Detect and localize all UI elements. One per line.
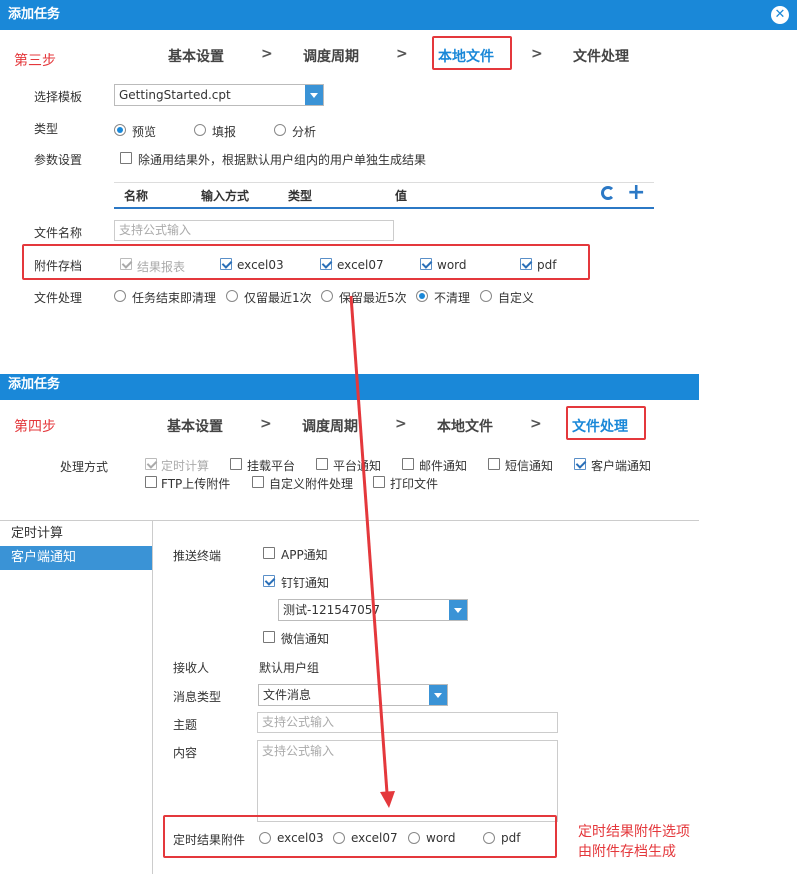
arrow-head (380, 791, 395, 808)
annotation-arrow (349, 295, 395, 808)
arrow-line (349, 295, 389, 794)
